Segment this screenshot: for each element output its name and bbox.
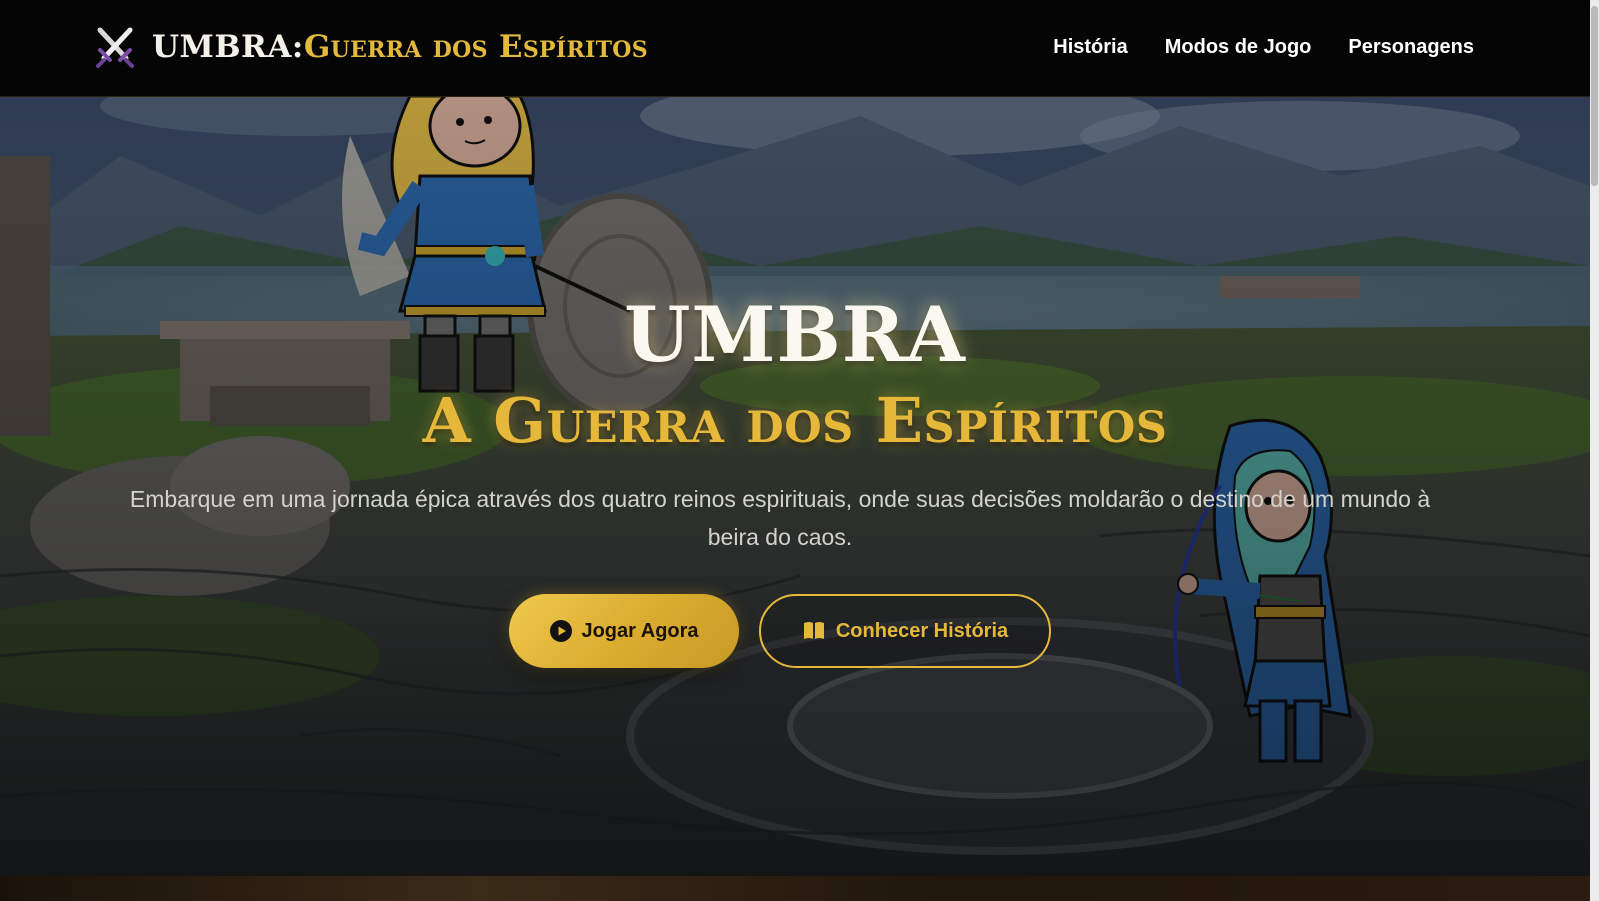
play-now-button[interactable]: Jogar Agora: [509, 594, 739, 668]
next-section-peek: [0, 876, 1590, 901]
main-nav: História Modos de Jogo Personagens: [1053, 32, 1474, 62]
nav-link-personagens[interactable]: Personagens: [1348, 32, 1474, 62]
learn-story-label: Conhecer História: [835, 619, 1009, 642]
hero-subtitle: A Guerra dos Espíritos: [422, 384, 1168, 457]
hero-section: UMBRA A Guerra dos Espíritos Embarque em…: [0, 96, 1590, 876]
nav-link-historia[interactable]: História: [1053, 32, 1127, 62]
hero-title: UMBRA: [624, 290, 966, 379]
page: UMBRA: Guerra dos Espíritos História Mod…: [0, 0, 1599, 901]
page-scrollbar[interactable]: [1590, 0, 1599, 901]
open-book-icon: [803, 622, 824, 639]
hero-cta-group: Jogar Agora Conhecer História: [0, 594, 1590, 668]
brand-tagline: Guerra dos Espíritos: [303, 29, 648, 65]
brand-name: UMBRA:: [152, 29, 304, 65]
brand-logo-link[interactable]: UMBRA: Guerra dos Espíritos: [92, 22, 648, 72]
play-circle-icon: [550, 620, 573, 642]
crossed-swords-icon: [96, 27, 134, 68]
nav-link-modos-de-jogo[interactable]: Modos de Jogo: [1165, 32, 1312, 62]
play-now-label: Jogar Agora: [581, 619, 699, 642]
scrollbar-thumb[interactable]: [1591, 6, 1598, 186]
top-navbar: UMBRA: Guerra dos Espíritos História Mod…: [0, 0, 1590, 97]
learn-story-button[interactable]: Conhecer História: [759, 594, 1051, 668]
hero-description: Embarque em uma jornada épica através do…: [129, 486, 1431, 550]
